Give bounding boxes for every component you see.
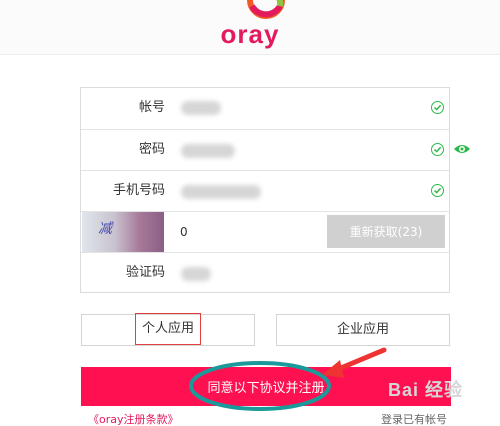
account-label: 帐号 [138,100,165,115]
logo-text: oray [220,19,280,49]
phone-row: 手机号码 [81,170,449,211]
password-input[interactable] [179,130,419,170]
captcha-image[interactable]: 减 [82,212,164,252]
eye-icon[interactable] [453,142,471,156]
captcha-glyph: 减 [98,221,112,237]
oray-logo-icon [247,0,285,19]
terms-link[interactable]: 《oray注册条款》 [88,414,179,426]
sms-code-label: 验证码 [125,265,165,280]
sms-code-row: 验证码 [81,252,449,293]
refresh-code-button[interactable]: 重新获取(23) [327,215,445,248]
phone-valid-icon [431,184,444,197]
personal-app-button[interactable]: 个人应用 [81,313,255,346]
header-divider [0,54,500,55]
password-label: 密码 [138,142,165,157]
phone-label: 手机号码 [112,183,165,198]
login-existing-link[interactable]: 登录已有帐号 [381,414,447,426]
phone-input[interactable] [179,171,419,211]
account-input[interactable] [179,88,419,128]
watermark-text: Bai 经验 [388,380,464,400]
account-valid-icon [431,101,444,114]
captcha-row: 减 0 重新获取(23) [81,211,449,252]
sms-code-input[interactable] [179,253,419,293]
captcha-input[interactable]: 0 [180,212,188,252]
password-row: 密码 [81,129,449,170]
registration-form: 帐号 密码 手机号码 减 0 重新获取(23) 验证码 [80,87,450,293]
baidu-watermark: Bai 经验 [388,376,463,402]
enterprise-app-button[interactable]: 企业应用 [276,314,450,346]
personal-app-label: 个人应用 [134,313,201,345]
password-valid-icon [431,143,444,156]
account-row: 帐号 [81,88,449,129]
